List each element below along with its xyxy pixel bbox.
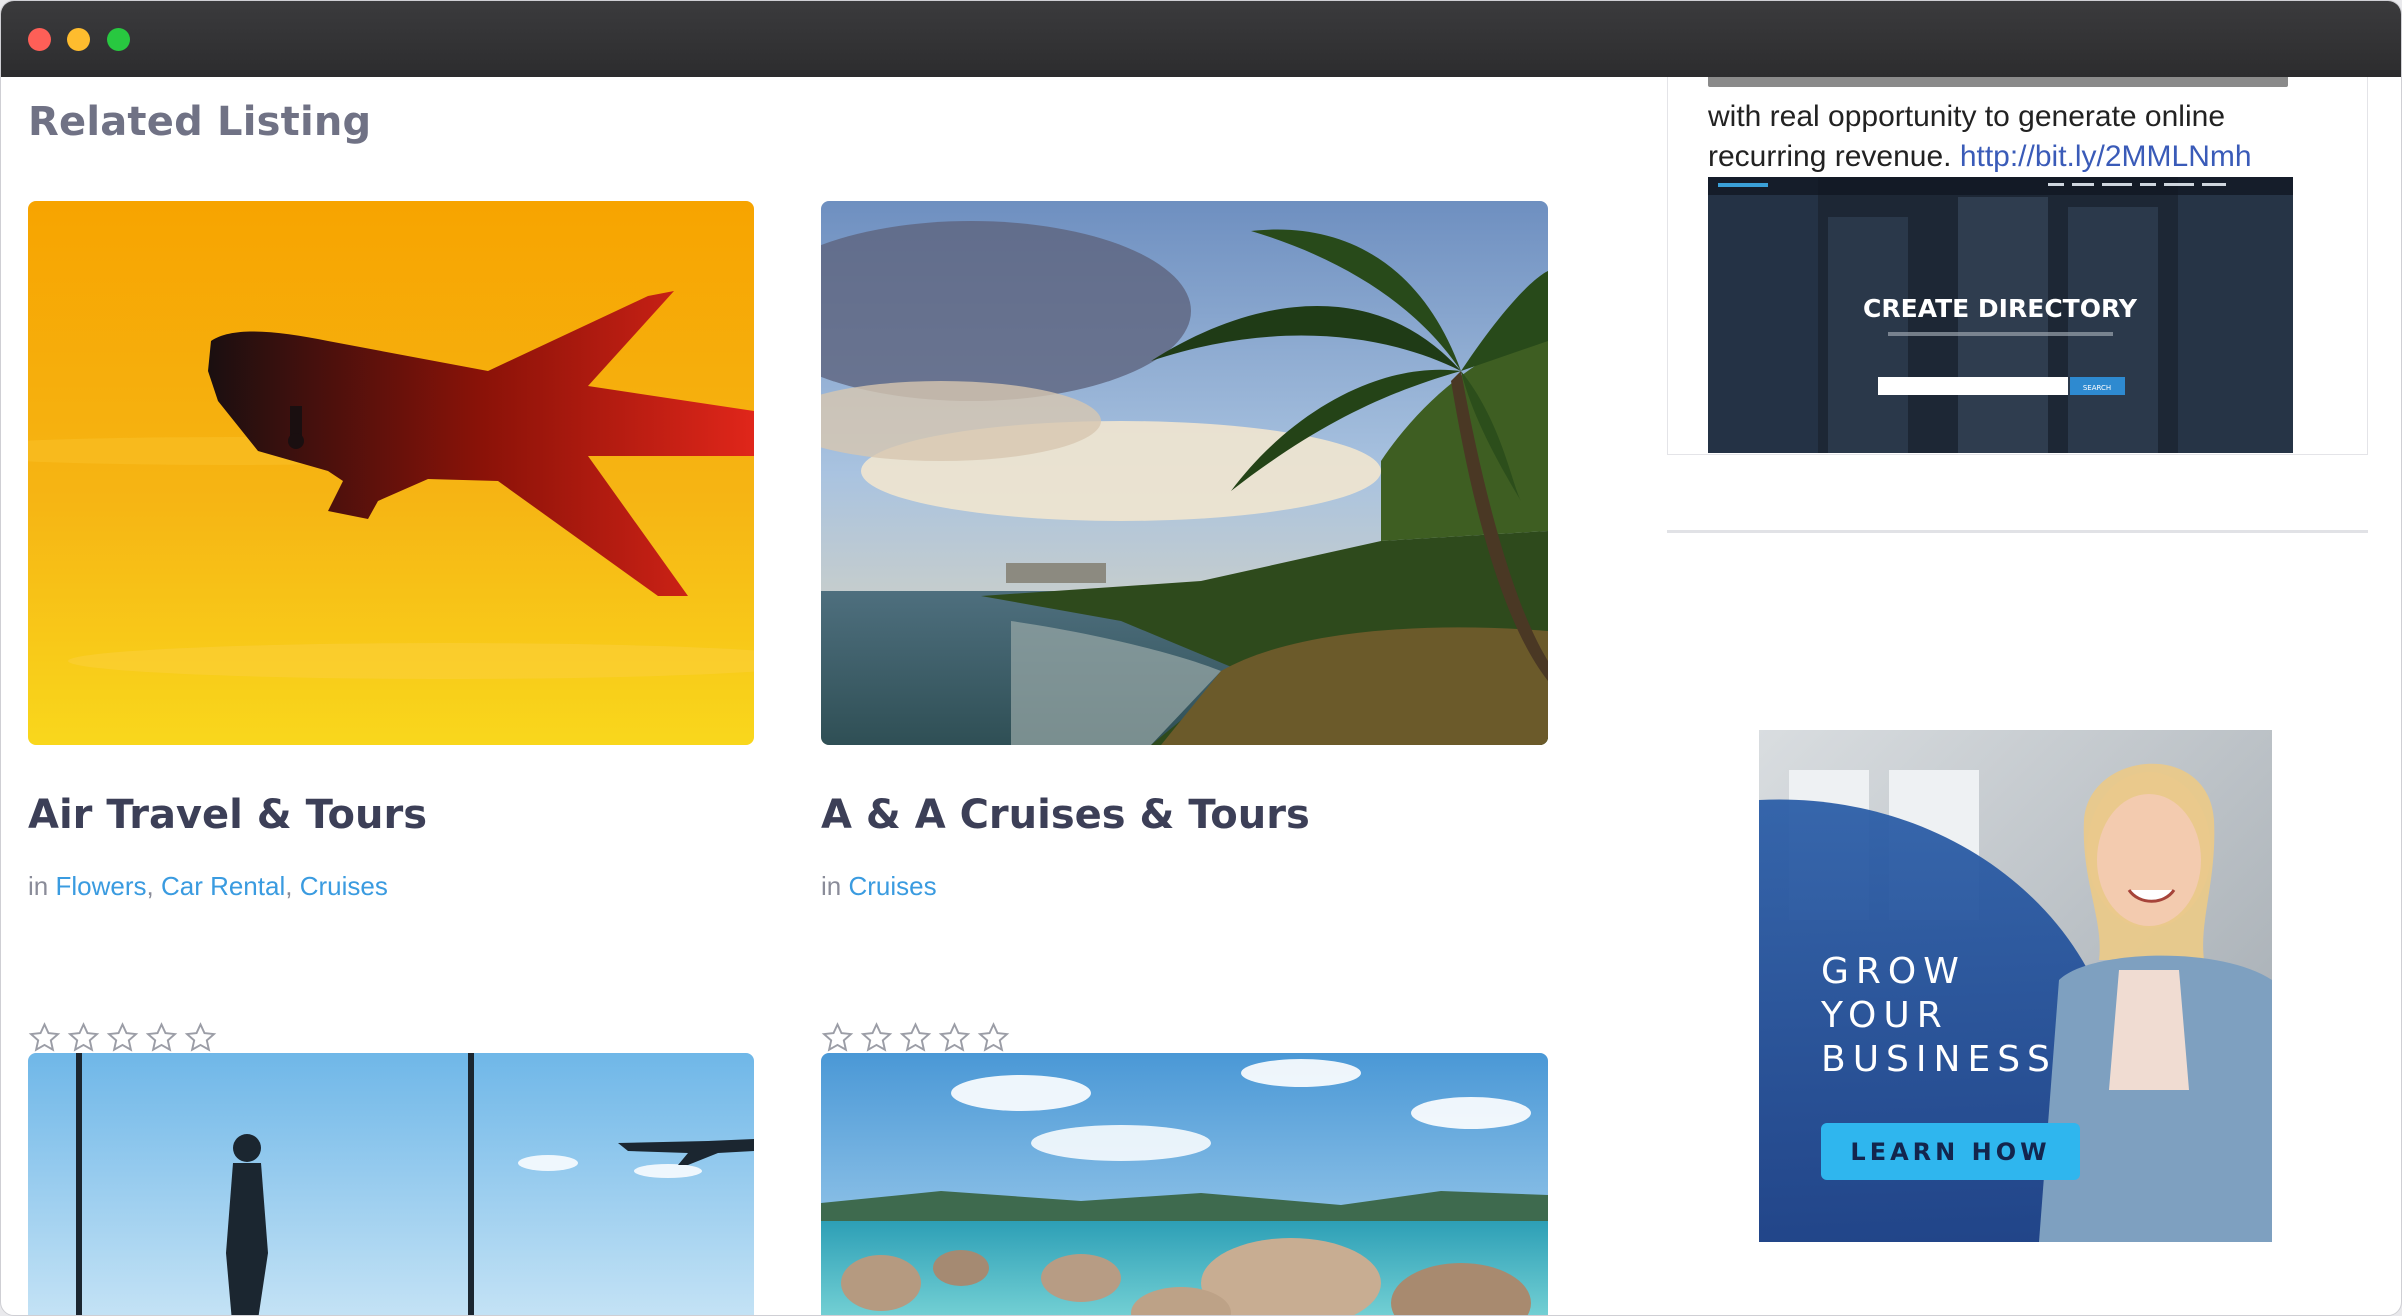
close-window-button[interactable] — [28, 28, 51, 51]
post-text: with real opportunity to generate online… — [1708, 77, 2348, 177]
rating-stars[interactable] — [28, 1021, 217, 1055]
listing-image-airport[interactable] — [28, 1053, 754, 1315]
rating-stars[interactable] — [821, 1021, 1010, 1055]
star-icon[interactable] — [28, 1021, 61, 1054]
post-text-line: with real opportunity to generate online — [1708, 100, 2226, 133]
star-icon[interactable] — [67, 1021, 100, 1054]
post-link[interactable]: http://bit.ly/2MMLNmh — [1960, 140, 2252, 173]
browser-window: Related Listing Air Travel & Tours in Fl… — [0, 0, 2402, 1316]
post-text-line: recurring revenue. — [1708, 140, 1952, 173]
ad-headline: GROW YOUR BUSINESS — [1821, 950, 2081, 1082]
star-icon[interactable] — [821, 1021, 854, 1054]
ad-headline-line: BUSINESS — [1821, 1039, 2057, 1080]
maximize-window-button[interactable] — [107, 28, 130, 51]
category-link[interactable]: Car Rental — [161, 871, 285, 901]
post-preview-image[interactable]: CREATE DIRECTORY SEARCH — [1708, 177, 2293, 453]
in-label: in — [821, 871, 842, 901]
listing-title[interactable]: Air Travel & Tours — [28, 792, 427, 838]
preview-button-label: SEARCH — [2083, 384, 2111, 392]
category-link[interactable]: Cruises — [300, 871, 388, 901]
star-icon[interactable] — [145, 1021, 178, 1054]
listing-title[interactable]: A & A Cruises & Tours — [821, 792, 1310, 838]
section-title: Related Listing — [28, 99, 372, 145]
page-content: Related Listing Air Travel & Tours in Fl… — [1, 77, 2401, 1315]
title-bar — [1, 1, 2401, 77]
ad-headline-line: YOUR — [1821, 995, 1949, 1036]
star-icon[interactable] — [106, 1021, 139, 1054]
listing-image-cruises[interactable] — [821, 201, 1548, 745]
star-icon[interactable] — [977, 1021, 1010, 1054]
preview-heading: CREATE DIRECTORY — [1863, 294, 2138, 323]
advertisement-banner[interactable]: GROW YOUR BUSINESS LEARN HOW — [1759, 730, 2272, 1242]
listing-categories: in Cruises — [821, 871, 937, 902]
listing-image-beach[interactable] — [821, 1053, 1548, 1315]
in-label: in — [28, 871, 49, 901]
star-icon[interactable] — [860, 1021, 893, 1054]
learn-how-button[interactable]: LEARN HOW — [1821, 1123, 2080, 1180]
category-link[interactable]: Flowers — [55, 871, 146, 901]
sidebar-post: with real opportunity to generate online… — [1667, 77, 2368, 455]
minimize-window-button[interactable] — [67, 28, 90, 51]
category-link[interactable]: Cruises — [848, 871, 936, 901]
star-icon[interactable] — [938, 1021, 971, 1054]
star-icon[interactable] — [899, 1021, 932, 1054]
listing-categories: in Flowers, Car Rental, Cruises — [28, 871, 388, 901]
star-icon[interactable] — [184, 1021, 217, 1054]
sidebar-divider — [1667, 530, 2368, 533]
ad-headline-line: GROW — [1821, 951, 1966, 992]
listing-image-air-travel[interactable] — [28, 201, 754, 745]
